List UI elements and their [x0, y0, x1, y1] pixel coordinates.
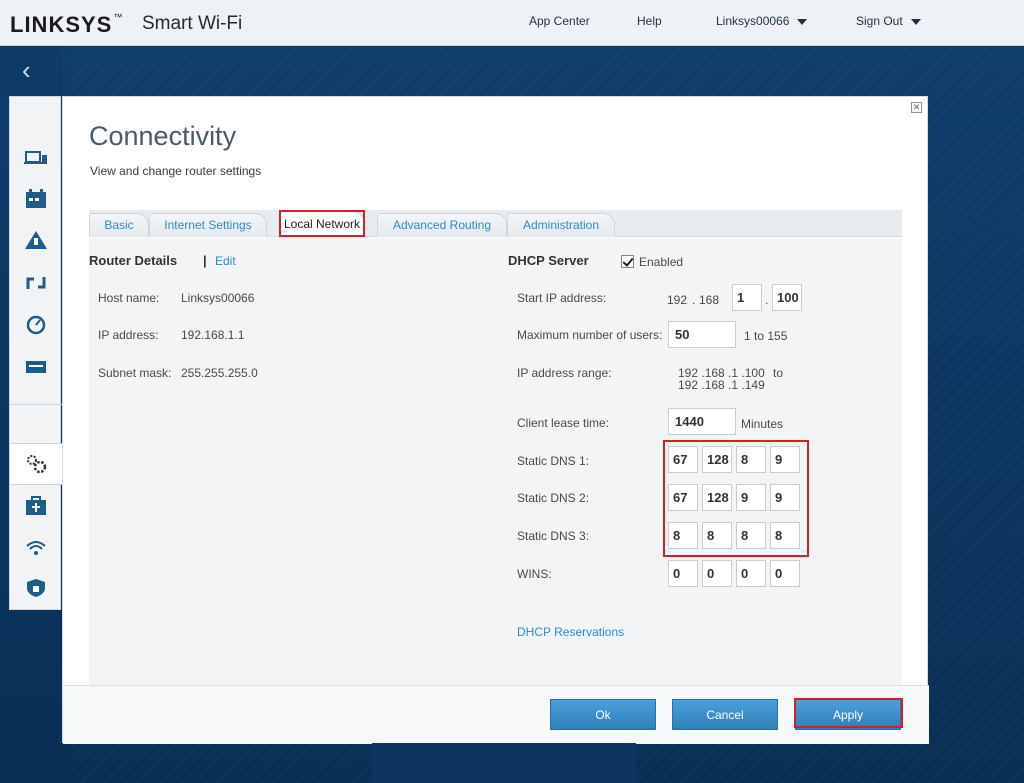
page-title: Connectivity	[89, 121, 237, 151]
nav-app-center[interactable]: App Center	[529, 14, 590, 28]
dhcp-server-heading: DHCP Server	[508, 253, 589, 268]
sign-out-label: Sign Out	[856, 14, 903, 28]
host-name-label: Host name:	[98, 291, 160, 305]
troubleshooting-icon[interactable]	[24, 496, 48, 516]
tab-administration[interactable]: Administration	[507, 213, 615, 237]
ip-address-label: IP address:	[98, 328, 159, 342]
wins-label: WINS:	[517, 567, 552, 581]
heading-separator: |	[203, 253, 207, 268]
tab-local-network[interactable]: Local Network	[279, 211, 365, 238]
lease-time-label: Client lease time:	[517, 416, 610, 430]
dns3-octet3-input[interactable]: 8	[736, 522, 766, 549]
nav-help[interactable]: Help	[637, 14, 662, 28]
ok-button[interactable]: Ok	[550, 699, 656, 730]
wireless-icon[interactable]	[24, 538, 48, 558]
subnet-mask-value: 255.255.255.0	[181, 366, 258, 380]
nav-sign-out-menu[interactable]: Sign Out	[856, 14, 921, 28]
dns1-octet4-input[interactable]: 9	[770, 446, 800, 473]
back-arrow-icon[interactable]: ‹	[22, 57, 31, 83]
page-subtitle: View and change router settings	[90, 164, 262, 178]
edit-router-details-link[interactable]: Edit	[215, 254, 236, 268]
sidebar-divider	[10, 484, 62, 485]
dns2-octet2-input[interactable]: 128	[702, 484, 732, 511]
dhcp-enabled-checkbox[interactable]	[621, 255, 634, 268]
chevron-down-icon	[797, 18, 808, 25]
brand-trademark: ™	[113, 12, 124, 22]
lease-time-input[interactable]: 1440	[668, 408, 736, 435]
start-ip-octet3-input[interactable]: 1	[732, 284, 762, 311]
dns3-octet1-input[interactable]: 8	[668, 522, 698, 549]
network-map-icon[interactable]	[24, 230, 48, 250]
chevron-down-icon	[910, 18, 921, 25]
start-ip-octet4-input[interactable]: 100	[772, 284, 802, 311]
dns3-octet2-input[interactable]: 8	[702, 522, 732, 549]
speed-test-icon[interactable]	[24, 315, 48, 335]
account-name: Linksys00066	[716, 14, 790, 28]
connectivity-dialog: ✕ Connectivity View and change router se…	[62, 96, 929, 744]
dns2-octet4-input[interactable]: 9	[770, 484, 800, 511]
dns2-octet1-input[interactable]: 67	[668, 484, 698, 511]
close-icon[interactable]: ✕	[911, 102, 922, 113]
background-panel-strip	[372, 743, 636, 783]
sidebar-divider	[10, 404, 62, 405]
top-bar: LINKSYS™ Smart Wi-Fi App Center Help Lin…	[0, 0, 1024, 46]
wins-octet1-input[interactable]: 0	[668, 560, 698, 587]
ip-range-to: to	[773, 366, 784, 380]
wins-octet2-input[interactable]: 0	[702, 560, 732, 587]
dhcp-enabled-label: Enabled	[639, 255, 684, 269]
ip-range-label: IP address range:	[517, 366, 612, 380]
cancel-button[interactable]: Cancel	[672, 699, 778, 730]
ip-dot: .	[692, 293, 696, 307]
devices-icon[interactable]	[24, 149, 48, 169]
start-ip-octet1: 192	[667, 293, 688, 307]
tab-internet-settings[interactable]: Internet Settings	[149, 213, 267, 237]
dns2-octet3-input[interactable]: 9	[736, 484, 766, 511]
ip-dot: .	[765, 293, 769, 307]
wins-octet4-input[interactable]: 0	[770, 560, 800, 587]
max-users-label: Maximum number of users:	[517, 328, 663, 342]
security-shield-icon[interactable]	[24, 578, 48, 598]
usb-storage-icon[interactable]	[24, 357, 48, 377]
subnet-mask-label: Subnet mask:	[98, 366, 172, 380]
media-prioritization-icon[interactable]	[24, 273, 48, 293]
gear-icon[interactable]	[24, 454, 48, 474]
parental-calendar-icon[interactable]	[24, 189, 48, 209]
start-ip-label: Start IP address:	[517, 291, 607, 305]
router-details-heading: Router Details	[89, 253, 178, 268]
ip-address-value: 192.168.1.1	[181, 328, 245, 342]
start-ip-octet2: 168	[699, 293, 720, 307]
dns1-label: Static DNS 1:	[517, 454, 590, 468]
sidebar	[9, 96, 62, 610]
lease-time-unit: Minutes	[741, 417, 784, 431]
brand-subtitle: Smart Wi-Fi	[142, 13, 243, 34]
host-name-value: Linksys00066	[181, 291, 255, 305]
sidebar-active-pointer	[54, 457, 61, 469]
brand-logo[interactable]: LINKSYS™	[10, 12, 123, 38]
nav-account-menu[interactable]: Linksys00066	[716, 14, 808, 28]
ip-range-end: 192 .168 .1 .149	[678, 378, 765, 392]
tab-basic[interactable]: Basic	[89, 213, 149, 237]
dns1-octet2-input[interactable]: 128	[702, 446, 732, 473]
dns3-label: Static DNS 3:	[517, 529, 590, 543]
dhcp-reservations-link[interactable]: DHCP Reservations	[517, 625, 624, 639]
dns1-octet3-input[interactable]: 8	[736, 446, 766, 473]
sidebar-header	[0, 46, 62, 96]
wins-octet3-input[interactable]: 0	[736, 560, 766, 587]
dns3-octet4-input[interactable]: 8	[770, 522, 800, 549]
apply-button[interactable]: Apply	[795, 699, 901, 730]
dns1-octet1-input[interactable]: 67	[668, 446, 698, 473]
tab-advanced-routing[interactable]: Advanced Routing	[377, 213, 507, 237]
max-users-input[interactable]: 50	[668, 321, 736, 348]
brand-name: LINKSYS	[10, 12, 113, 37]
dns2-label: Static DNS 2:	[517, 491, 590, 505]
max-users-range: 1 to 155	[744, 329, 788, 343]
